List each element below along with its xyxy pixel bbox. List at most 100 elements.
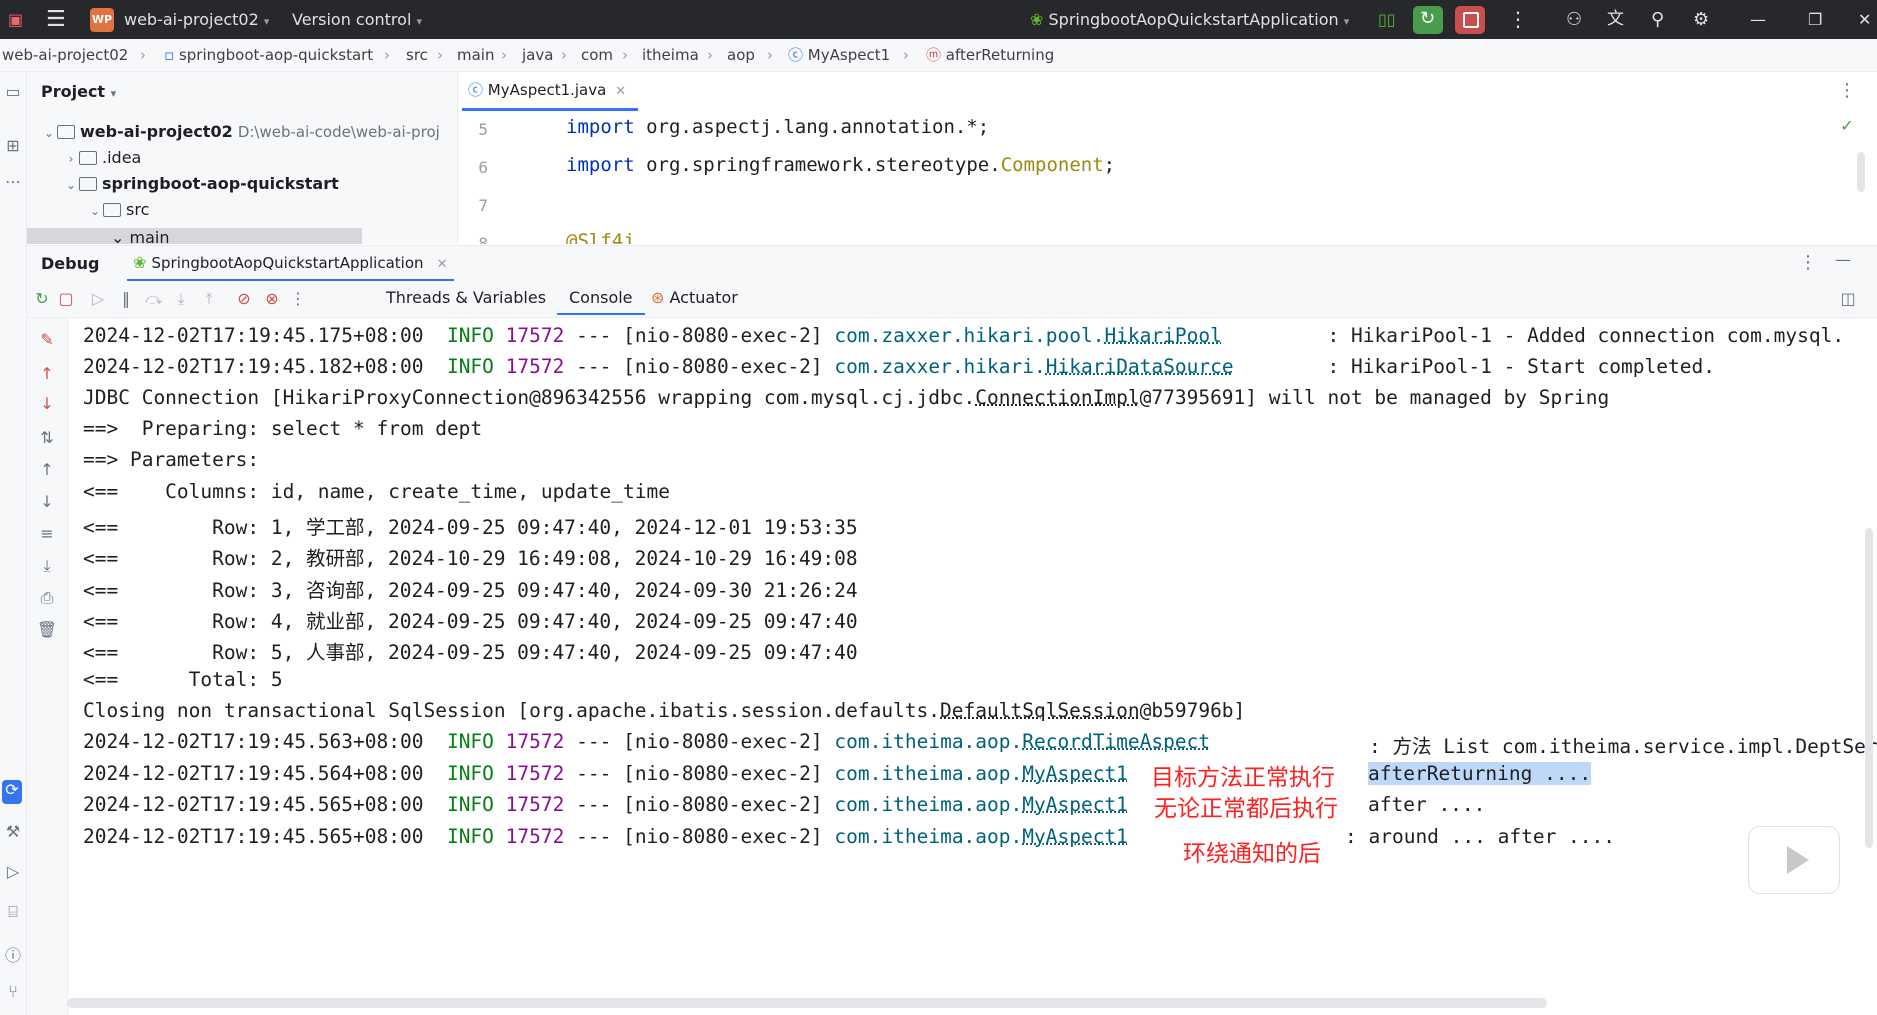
layout-icon[interactable]: ◫ [1837, 289, 1859, 308]
more-actions-icon[interactable]: ⋮ [1508, 0, 1528, 39]
ide-logo-icon[interactable]: ▣ [8, 0, 23, 39]
down-icon[interactable]: ↓ [36, 492, 58, 511]
minimize-icon[interactable]: — [1750, 0, 1766, 39]
project-selector[interactable]: web-ai-project02 ▾ [124, 0, 269, 39]
tab-console[interactable]: Console [557, 281, 645, 315]
tab-actuator[interactable]: ⊛ Actuator [651, 281, 738, 315]
scroll-to-end-icon[interactable]: ⤓ [36, 556, 58, 576]
problems-icon[interactable]: ⓘ [2, 942, 24, 966]
log-pid: 17572 [505, 762, 565, 785]
project-panel-title[interactable]: Project ▾ [41, 82, 116, 101]
folder-icon[interactable]: ▭ [2, 82, 24, 101]
debug-session-tab[interactable]: ❀ SpringbootAopQuickstartApplication ✕ [127, 246, 454, 281]
step-over-icon[interactable]: ⤼ [143, 289, 165, 309]
project-badge[interactable]: WP [90, 8, 114, 32]
add-user-icon[interactable]: ⚇ [1566, 0, 1582, 39]
log-timestamp: 2024-12-02T17:19:45.565+08:00 [83, 825, 424, 848]
breadcrumb-item[interactable]: main [457, 39, 494, 71]
stop-button[interactable] [1455, 6, 1485, 34]
editor-tab[interactable]: ⓒ MyAspect1.java ✕ [462, 72, 638, 111]
editor-scrollbar[interactable] [1857, 152, 1865, 192]
translate-icon[interactable]: 文 [1607, 0, 1624, 39]
tree-item-module[interactable]: ⌄ springboot-aop-quickstart [63, 174, 339, 193]
arrow-up-icon[interactable]: ↑ [36, 364, 58, 383]
breadcrumb-item[interactable]: itheima [642, 39, 699, 71]
stop-icon [1463, 12, 1479, 28]
close-icon[interactable]: ✕ [615, 84, 626, 99]
more-actions-icon[interactable]: ⋮ [1799, 252, 1817, 273]
tree-item-root[interactable]: ⌄ web-ai-project02 D:\web-ai-code\web-ai-… [41, 122, 440, 141]
breadcrumb-item[interactable]: ⓜ afterReturning [926, 39, 1054, 71]
breadcrumb-item[interactable]: web-ai-project02 [2, 39, 128, 71]
services-icon[interactable]: ▷ [2, 862, 24, 881]
tree-item-main[interactable]: ⌄ main [27, 228, 362, 244]
breadcrumb-item[interactable]: com [581, 39, 613, 71]
pause-icon[interactable]: ‖ [115, 289, 137, 308]
log-logger-package: com.itheima.aop. [834, 825, 1023, 848]
tree-item-idea[interactable]: › .idea [63, 148, 142, 167]
more-actions-icon[interactable]: ⋮ [1836, 80, 1858, 101]
log-logger[interactable]: com.itheima.aop.MyAspect1 [834, 762, 1128, 785]
close-icon[interactable]: ✕ [437, 257, 448, 272]
gear-icon[interactable]: ⚙ [1693, 0, 1709, 39]
vcs-selector[interactable]: Version control ▾ [292, 0, 422, 39]
log-class-link[interactable]: ConnectionImpl [975, 386, 1139, 409]
rerun-debug-button[interactable]: ↻ [1413, 6, 1443, 34]
log-logger[interactable]: com.zaxxer.hikari.HikariDataSource [834, 355, 1233, 378]
console-vertical-scrollbar[interactable] [1865, 528, 1873, 848]
video-play-overlay-icon[interactable] [1748, 826, 1840, 894]
log-level: INFO [446, 793, 494, 816]
more-icon[interactable]: ⋯ [2, 172, 24, 191]
run-config-selector[interactable]: ❀ SpringbootAopQuickstartApplication ▾ [1030, 0, 1349, 39]
terminal-icon[interactable]: ⌸ [2, 902, 24, 922]
log-logger[interactable]: com.itheima.aop.MyAspect1 [834, 825, 1128, 848]
restore-icon[interactable]: ❐ [1808, 0, 1822, 39]
main-menu-icon[interactable]: ☰ [46, 0, 66, 39]
log-logger[interactable]: com.zaxxer.hikari.pool.HikariPool [834, 324, 1221, 347]
log-line: ==> Parameters: [83, 448, 271, 471]
console-horizontal-scrollbar[interactable] [67, 998, 1547, 1008]
log-class-link[interactable]: DefaultSqlSession [940, 699, 1140, 722]
step-into-icon[interactable]: ⤓ [170, 289, 192, 309]
print-icon[interactable]: ⎙ [36, 588, 58, 608]
rerun-icon[interactable]: ↻ [31, 289, 53, 308]
log-line: JDBC Connection [HikariProxyConnection@8… [83, 386, 1609, 409]
breadcrumb-item[interactable]: src [406, 39, 428, 71]
log-message: : HikariPool-1 - Start completed. [1327, 355, 1715, 378]
chevron-down-icon: ⌄ [43, 126, 55, 140]
minimize-panel-icon[interactable]: — [1835, 250, 1851, 269]
soft-wrap-icon[interactable]: ≡ [36, 524, 58, 543]
log-logger[interactable]: com.itheima.aop.RecordTimeAspect [834, 730, 1210, 753]
git-icon[interactable]: ⑂ [2, 982, 24, 1001]
close-window-icon[interactable]: ✕ [1858, 0, 1871, 39]
search-icon[interactable]: ⚲ [1651, 0, 1664, 39]
view-breakpoints-icon[interactable]: ⊘ [233, 289, 255, 308]
stop-icon[interactable]: ▢ [55, 289, 77, 308]
tree-item-src[interactable]: ⌄ src [87, 200, 149, 219]
trash-icon[interactable]: 🗑 [36, 620, 58, 639]
breadcrumb-item[interactable]: ⓒ MyAspect1 [788, 39, 890, 71]
chevron-down-icon: ⌄ [89, 204, 101, 218]
tree-label: web-ai-project02 [80, 122, 233, 141]
chevron-right-icon: › [707, 46, 713, 64]
tab-threads-variables[interactable]: Threads & Variables [386, 281, 546, 315]
edit-icon[interactable]: ✎ [36, 330, 58, 349]
debug-title[interactable]: Debug [41, 254, 99, 273]
sort-icon[interactable]: ⇅ [36, 428, 58, 447]
breadcrumb-item[interactable]: ▫ springboot-aop-quickstart [164, 39, 373, 71]
class-icon: ⓒ [788, 46, 804, 64]
mute-breakpoints-icon[interactable]: ⊗ [261, 289, 283, 308]
more-actions-icon[interactable]: ⋮ [287, 289, 309, 308]
step-out-icon[interactable]: ⤒ [198, 289, 220, 309]
line-number: 6 [478, 158, 488, 177]
resume-icon[interactable]: ▯▯ [1378, 0, 1396, 39]
up-icon[interactable]: ↑ [36, 460, 58, 479]
debug-tool-icon[interactable]: ⟳ [2, 780, 22, 804]
breadcrumb-item[interactable]: java [522, 39, 553, 71]
log-logger[interactable]: com.itheima.aop.MyAspect1 [834, 793, 1128, 816]
structure-icon[interactable]: ⊞ [2, 136, 24, 155]
breadcrumb-item[interactable]: aop [727, 39, 755, 71]
arrow-down-icon[interactable]: ↓ [36, 394, 58, 413]
resume-icon[interactable]: ▷ [87, 289, 109, 308]
build-icon[interactable]: ⚒ [2, 822, 24, 841]
